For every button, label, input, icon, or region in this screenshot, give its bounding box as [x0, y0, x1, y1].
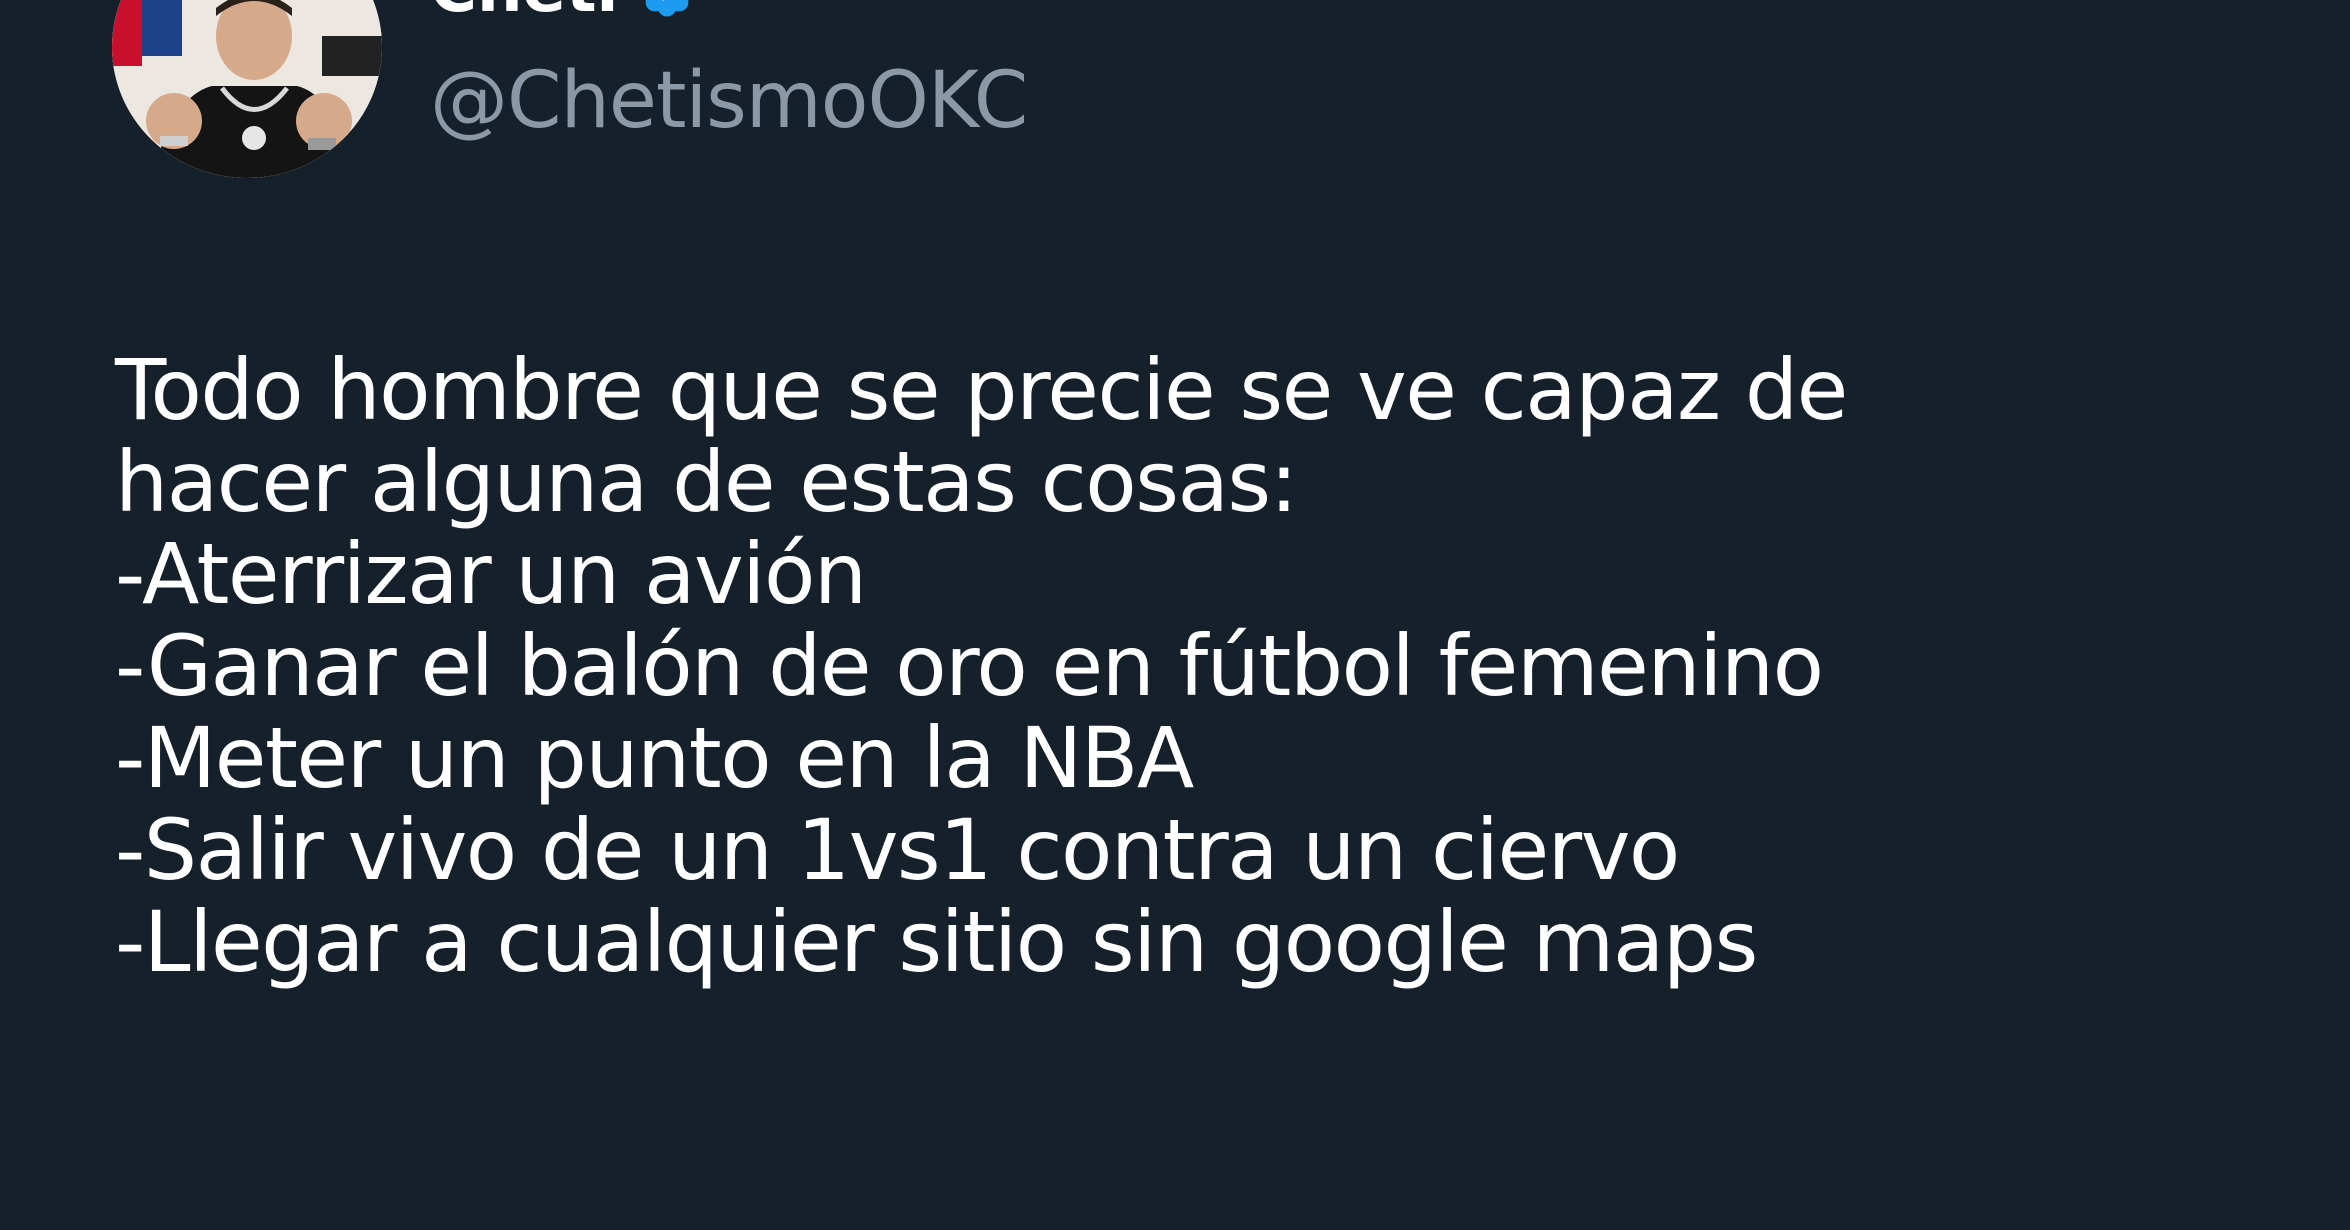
tweet-text-line: Todo hombre que se precie se ve capaz de [115, 341, 1848, 439]
tweet-card: Cheti @ChetismoOKC Todo hombre que se pr… [0, 0, 2350, 1230]
tweet-text-line: hacer alguna de estas cosas: [115, 433, 1298, 531]
author-handle[interactable]: @ChetismoOKC [430, 62, 1028, 140]
tweet-text-line: -Salir vivo de un 1vs1 contra un ciervo [115, 801, 1680, 899]
profile-photo-icon [112, 0, 382, 178]
author-avatar[interactable] [112, 0, 382, 178]
tweet-text-line: -Meter un punto en la NBA [115, 709, 1194, 807]
tweet-text-line: -Ganar el balón de oro en fútbol femenin… [115, 617, 1824, 715]
verified-badge-icon [646, 0, 689, 17]
tweet-text-line: -Aterrizar un avión [115, 525, 867, 623]
author-name-row[interactable]: Cheti [430, 0, 698, 22]
author-display-name[interactable]: Cheti [430, 0, 618, 22]
tweet-text-line: -Llegar a cualquier sitio sin google map… [115, 893, 1758, 991]
tweet-body-text: Todo hombre que se precie se ve capaz de… [115, 344, 2295, 988]
